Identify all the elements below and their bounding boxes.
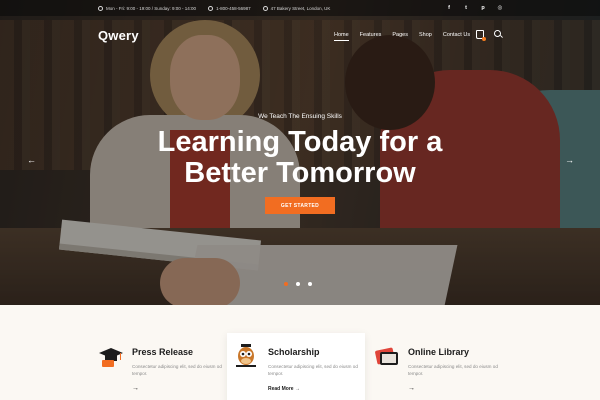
location-icon xyxy=(262,5,268,11)
slider-dots xyxy=(284,282,312,286)
get-started-button[interactable]: GET STARTED xyxy=(265,197,335,214)
cart-icon[interactable] xyxy=(476,30,486,41)
feature-desc: Consectetur adipiscing elit, sed do eius… xyxy=(408,364,498,376)
hero-headline: Learning Today for a Better Tomorrow xyxy=(0,127,600,189)
arrow-right-icon[interactable]: → xyxy=(408,385,415,392)
nav-item-home[interactable]: Home xyxy=(334,32,349,41)
hero-headline-line2: Better Tomorrow xyxy=(184,157,416,189)
hero-eyebrow: We Teach The Ensuing Skills xyxy=(258,113,342,120)
owl-icon xyxy=(236,344,256,367)
hours-info: Mon - Fri: 9:00 - 19:00 / Sunday: 9:00 -… xyxy=(98,5,196,11)
address-info: 47 Bakery Street, London, UK xyxy=(262,5,330,11)
read-more-link[interactable]: Read More → xyxy=(268,386,300,392)
slider-prev-arrow-icon[interactable]: ← xyxy=(27,155,36,165)
feature-card-press-release[interactable]: Press Release Consectetur adipiscing eli… xyxy=(98,333,236,400)
top-info-bar: Mon - Fri: 9:00 - 19:00 / Sunday: 9:00 -… xyxy=(0,0,600,16)
feature-desc: Consectetur adipiscing elit, sed do eius… xyxy=(132,364,222,376)
hero-headline-line1: Learning Today for a xyxy=(157,126,443,158)
nav-menu: Home Features Pages Shop Contact Us xyxy=(334,32,470,41)
feature-card-scholarship[interactable]: Scholarship Consectetur adipiscing elit,… xyxy=(227,333,365,400)
social-links: f t p ◎ xyxy=(445,4,504,12)
nav-item-pages[interactable]: Pages xyxy=(392,32,408,40)
feature-title: Press Release xyxy=(132,347,194,357)
feature-title: Scholarship xyxy=(268,347,320,357)
pinterest-icon[interactable]: p xyxy=(479,4,487,12)
twitter-icon[interactable]: t xyxy=(462,4,470,12)
instagram-icon[interactable]: ◎ xyxy=(496,4,504,12)
slider-dot-1[interactable] xyxy=(284,282,288,286)
clock-icon xyxy=(98,5,103,11)
phone-info[interactable]: 1-800-458-56987 xyxy=(208,5,251,11)
nav-item-shop[interactable]: Shop xyxy=(419,32,432,40)
nav-item-contact-us[interactable]: Contact Us xyxy=(443,32,470,40)
graduation-cap-icon xyxy=(99,348,123,367)
books-icon xyxy=(375,347,398,365)
slider-dot-3[interactable] xyxy=(308,282,312,286)
site-logo[interactable]: Qwery xyxy=(98,28,139,43)
nav-item-features[interactable]: Features xyxy=(360,32,382,40)
feature-card-online-library[interactable]: Online Library Consectetur adipiscing el… xyxy=(374,333,512,400)
slider-next-arrow-icon[interactable]: → xyxy=(565,155,574,165)
search-icon[interactable] xyxy=(494,30,501,37)
features-section: Press Release Consectetur adipiscing eli… xyxy=(0,305,600,400)
facebook-icon[interactable]: f xyxy=(445,4,453,12)
slider-dot-2[interactable] xyxy=(296,282,300,286)
arrow-right-icon[interactable]: → xyxy=(132,385,139,392)
cart-badge xyxy=(482,37,486,41)
feature-title: Online Library xyxy=(408,347,470,357)
phone-icon xyxy=(208,5,214,11)
main-navigation: Qwery Home Features Pages Shop Contact U… xyxy=(0,20,600,50)
feature-desc: Consectetur adipiscing elit, sed do eius… xyxy=(268,364,358,376)
